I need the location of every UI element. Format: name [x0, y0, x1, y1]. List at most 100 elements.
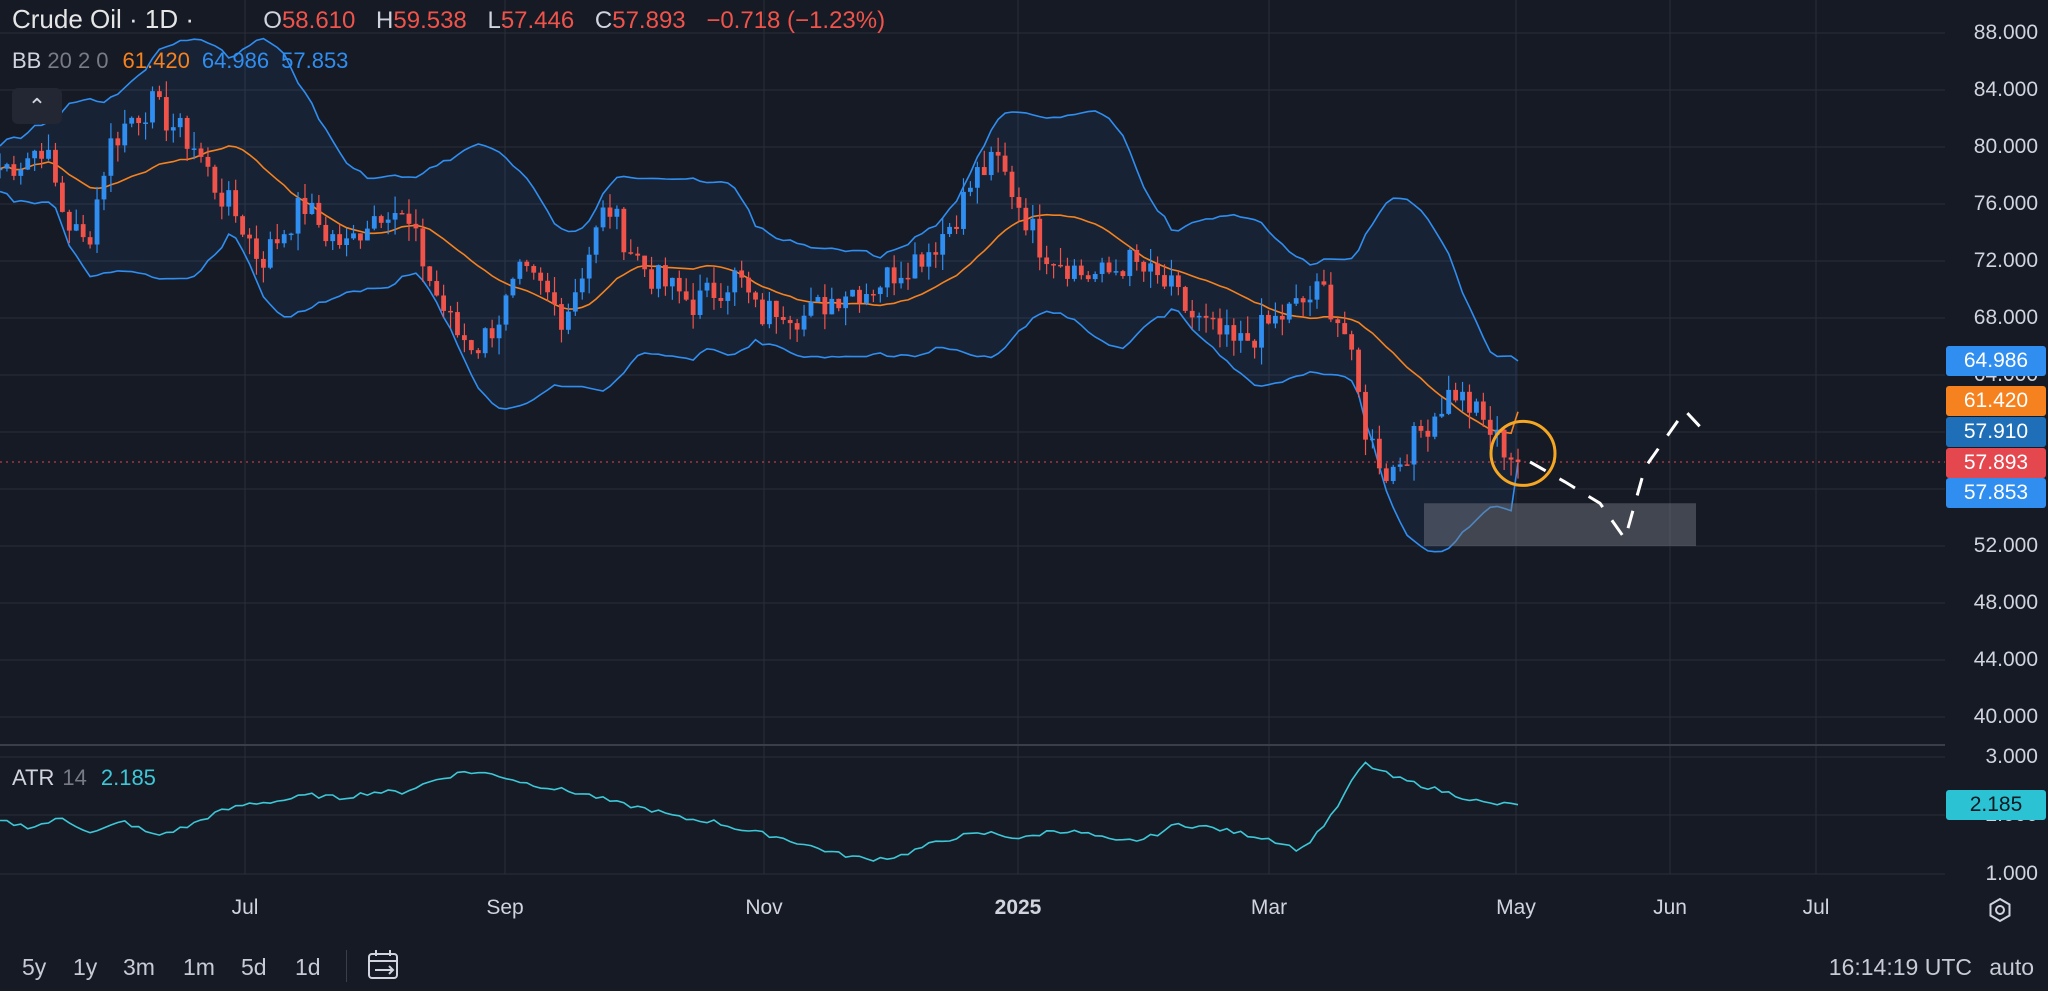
bb-indicator-legend[interactable]: BB 20 2 0 61.420 64.986 57.853: [12, 48, 348, 74]
auto-scale-button[interactable]: auto: [1989, 954, 2034, 981]
candle-body: [399, 212, 405, 215]
candle-body: [711, 282, 717, 298]
candle-body: [760, 299, 765, 325]
candle-body: [877, 287, 883, 295]
timeframe-5y-button[interactable]: 5y: [22, 954, 46, 981]
candle-body: [32, 150, 38, 159]
gear-icon[interactable]: [1986, 896, 2014, 924]
time-tick: Jul: [231, 896, 259, 919]
candle-body: [25, 158, 31, 170]
bb-upper-value: 64.986: [201, 48, 270, 73]
timeframe-5d-button[interactable]: 5d: [241, 954, 267, 981]
atr-tick: 3.000: [1985, 745, 2038, 768]
candle-body: [940, 234, 946, 255]
candle-body: [482, 328, 488, 354]
candle-body: [753, 292, 758, 300]
candle-body: [1411, 425, 1417, 465]
candle-body: [1203, 315, 1209, 318]
candle-body: [565, 311, 571, 330]
candle-body: [150, 91, 155, 123]
low-label: L: [487, 7, 501, 34]
timeframe-3m-button[interactable]: 3m: [123, 954, 155, 981]
candle-body: [1044, 257, 1050, 265]
candle-body: [157, 91, 162, 98]
atr-line: [0, 761, 1519, 862]
candle-body: [330, 234, 336, 242]
candle-body: [80, 224, 86, 238]
candle-body: [503, 295, 509, 325]
collapse-legend-button[interactable]: ⌃: [12, 88, 62, 124]
candle-body: [704, 282, 710, 291]
candle-body: [1370, 438, 1375, 441]
ohlc-values: O58.610 H59.538 L57.446 C57.893 −0.718 (…: [263, 7, 899, 34]
timeframe-1m-button[interactable]: 1m: [183, 954, 215, 981]
candle-body: [718, 297, 724, 301]
timeframe-1y-button[interactable]: 1y: [73, 954, 97, 981]
bottom-toolbar: 5y 1y 3m 1m 5d 1d 16:14:19 UTC auto: [0, 940, 2048, 991]
candle-body: [462, 335, 467, 341]
candle-body: [254, 238, 259, 259]
candle-body: [912, 254, 918, 279]
candle-body: [808, 301, 814, 316]
candle-body: [1453, 389, 1459, 401]
candle-body: [614, 208, 620, 217]
candle-body: [468, 340, 474, 351]
time-display[interactable]: 16:14:19 UTC: [1829, 954, 1972, 981]
candle-body: [1058, 264, 1063, 267]
candle-body: [11, 164, 17, 176]
candle-body: [773, 300, 779, 318]
candle-body: [1363, 391, 1368, 440]
candle-body: [170, 127, 176, 131]
candle-body: [1175, 275, 1181, 288]
candle-body: [1446, 389, 1452, 414]
candle-body: [420, 228, 426, 267]
candle-body: [392, 212, 398, 220]
candle-body: [198, 148, 204, 157]
bb-upper-price-tag: 64.986: [1946, 346, 2046, 376]
bb-lower-value: 57.853: [281, 48, 349, 73]
candle-body: [1418, 425, 1424, 431]
candle-body: [316, 202, 322, 225]
candle-body: [586, 254, 592, 279]
candle-body: [663, 265, 668, 287]
candle-body: [857, 289, 862, 304]
timeframe-1d-button[interactable]: 1d: [295, 954, 321, 981]
candle-body: [1120, 271, 1126, 277]
candle-body: [697, 290, 703, 315]
open-label: O: [263, 7, 282, 34]
candle-body: [524, 261, 530, 267]
candle-body: [954, 226, 959, 229]
candle-body: [73, 224, 79, 231]
candle-body: [891, 267, 897, 284]
candle-body: [455, 312, 460, 336]
candle-body: [4, 164, 10, 169]
candle-body: [649, 269, 654, 289]
time-tick: Mar: [1250, 896, 1288, 919]
candle-body: [1106, 262, 1112, 273]
atr-indicator-legend[interactable]: ATR 14 2.185: [12, 765, 156, 791]
price-tick: 40.000: [1973, 705, 2038, 728]
close-price-tag: 57.893: [1946, 448, 2046, 478]
candle-body: [635, 253, 641, 256]
calendar-range-icon[interactable]: [366, 948, 402, 982]
candle-body: [191, 148, 197, 150]
candle-body: [822, 297, 828, 315]
candle-body: [732, 270, 738, 293]
candle-body: [1037, 218, 1043, 258]
symbol-title[interactable]: Crude Oil · 1D ·: [12, 4, 194, 34]
atr-params: 14: [62, 765, 87, 790]
time-tick-year: 2025: [994, 896, 1042, 919]
candle-body: [94, 199, 100, 245]
candle-body: [1065, 265, 1070, 279]
candle-body: [496, 324, 502, 339]
candle-body: [358, 233, 363, 241]
candle-body: [163, 97, 169, 131]
candle-body: [552, 292, 557, 305]
candle-body: [1286, 303, 1292, 320]
candle-body: [274, 239, 280, 244]
candle-body: [413, 223, 419, 229]
candle-body: [364, 228, 370, 241]
candle-body: [1383, 468, 1389, 482]
candle-body: [676, 277, 682, 292]
price-chart[interactable]: [0, 0, 2048, 991]
